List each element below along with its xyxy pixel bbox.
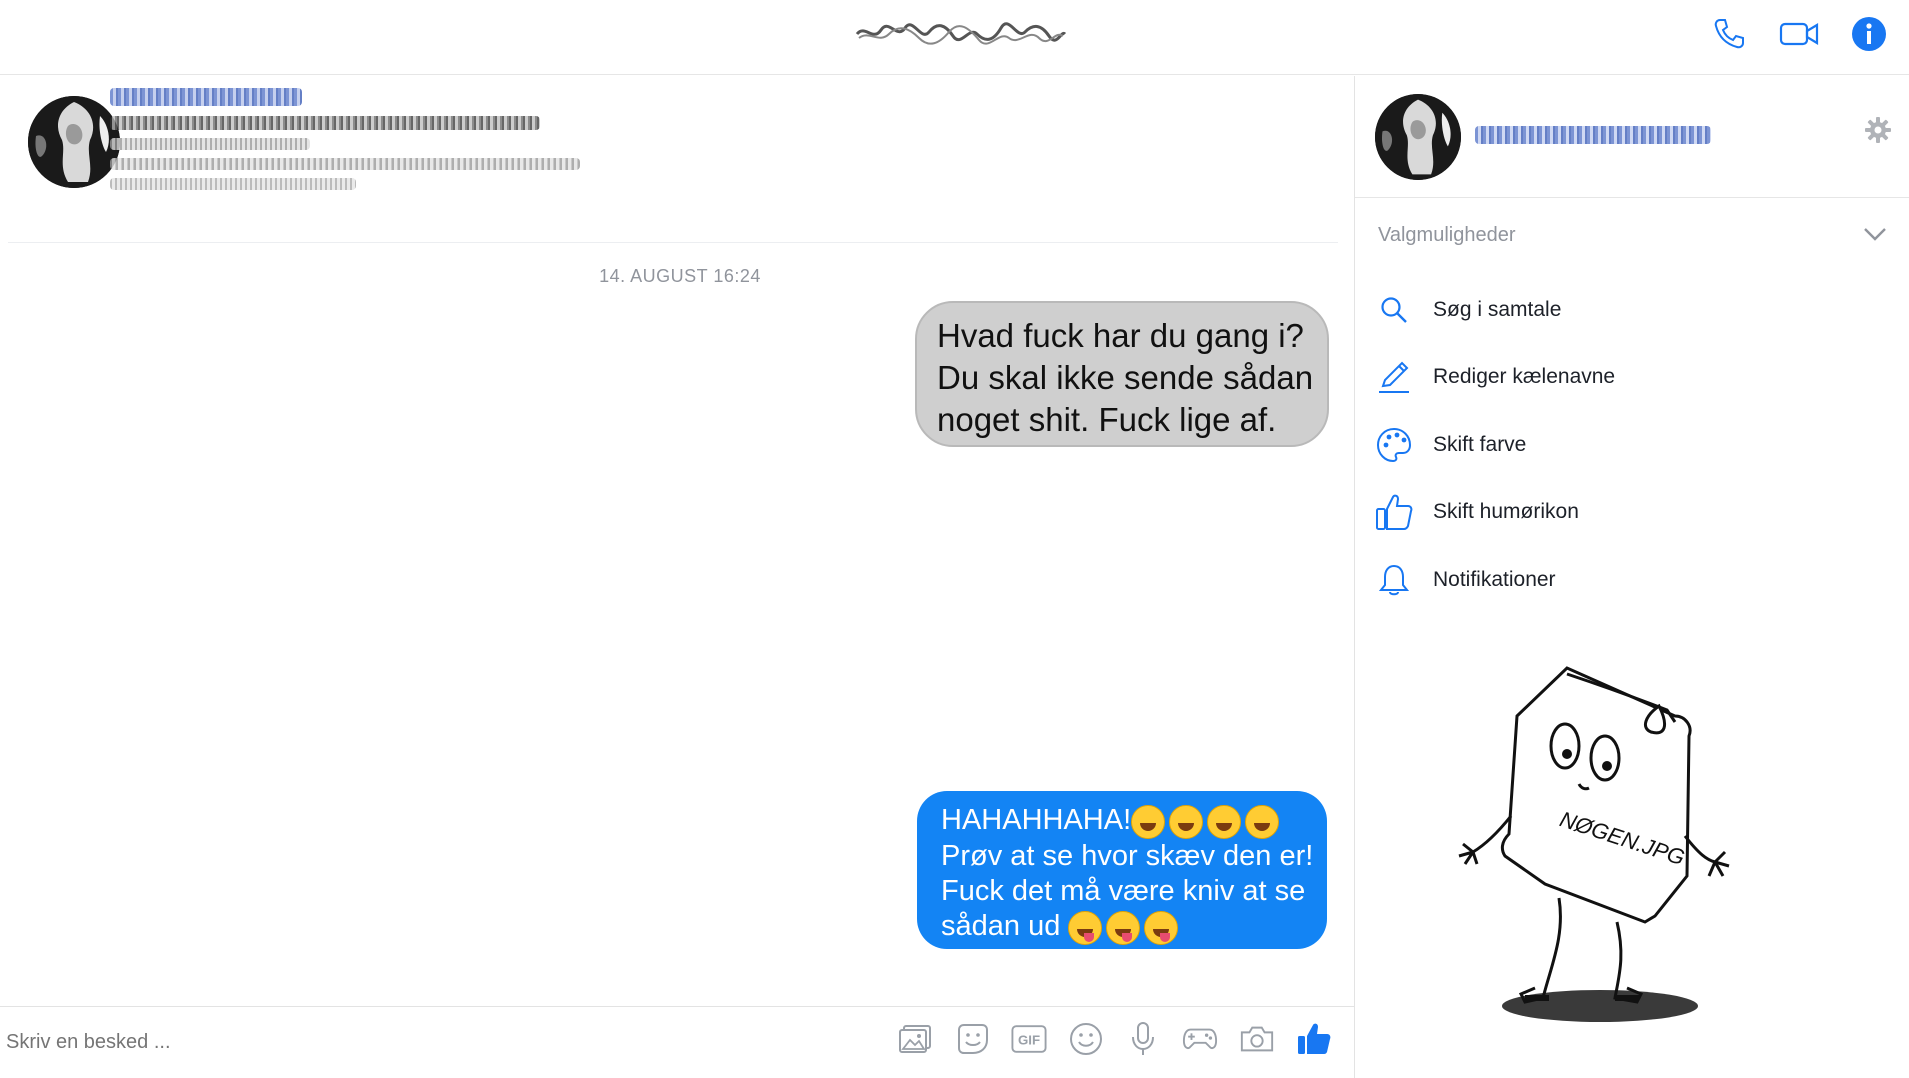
conversation-header	[0, 0, 1909, 75]
thumbs-up-icon	[1375, 493, 1413, 531]
palette-icon	[1375, 426, 1413, 464]
message-line-text: HAHAHHAHA!	[941, 804, 1132, 836]
search-icon	[1375, 291, 1413, 329]
face-with-tears-of-joy-icon	[1207, 805, 1242, 840]
microphone-icon[interactable]	[1125, 1021, 1161, 1057]
message-line: HAHAHHAHA!	[941, 803, 1309, 840]
redacted-profile-line-1	[110, 116, 540, 130]
chevron-down-icon[interactable]	[1863, 226, 1887, 242]
message-line: Prøv at se hvor skæv den er!	[941, 840, 1314, 873]
conversation-title-redacted	[855, 20, 1067, 46]
message-line: Du skal ikke sende sådan	[937, 359, 1314, 396]
menu-item-label: Skift humørikon	[1433, 500, 1579, 524]
sticker-icon[interactable]	[954, 1021, 990, 1057]
sent-message-bubble[interactable]: HAHAHHAHA! Prøv at se hvor skæv den er! …	[917, 791, 1327, 949]
phone-icon[interactable]	[1709, 14, 1749, 54]
avatar[interactable]	[1375, 94, 1461, 180]
menu-item-edit-nicknames[interactable]: Rediger kælenavne	[1375, 344, 1885, 412]
message-line: Hvad fuck har du gang i?	[937, 317, 1304, 354]
redacted-contact-name	[1475, 126, 1711, 144]
laughing-emoji-group	[1131, 804, 1283, 840]
chat-area: 14. AUGUST 16:24 Hvad fuck har du gang i…	[0, 76, 1354, 1078]
face-with-tongue-wink-icon	[1144, 911, 1179, 946]
photo-icon[interactable]	[897, 1021, 933, 1057]
gear-icon[interactable]	[1864, 116, 1892, 144]
menu-item-label: Søg i samtale	[1433, 297, 1562, 321]
wink-tongue-emoji-group	[1068, 910, 1182, 946]
naked-file-mascot-illustration: NØGEN.JPG	[1458, 666, 1730, 1022]
options-section-header[interactable]: Valgmuligheder	[1378, 224, 1516, 247]
menu-item-notifications[interactable]: Notifikationer	[1375, 546, 1885, 614]
game-controller-icon[interactable]	[1182, 1021, 1218, 1057]
options-menu: Søg i samtale Rediger kælenavne Skift fa…	[1375, 276, 1885, 614]
message-composer: GIF	[0, 1006, 1354, 1078]
camera-icon[interactable]	[1239, 1021, 1275, 1057]
face-with-tongue-wink-icon	[1106, 911, 1141, 946]
redacted-profile-line-2	[110, 138, 310, 150]
face-with-tongue-wink-icon	[1068, 911, 1103, 946]
thumbs-up-icon[interactable]	[1296, 1021, 1332, 1057]
menu-item-change-color[interactable]: Skift farve	[1375, 411, 1885, 479]
menu-item-label: Skift farve	[1433, 432, 1527, 456]
video-camera-icon[interactable]	[1779, 14, 1819, 54]
conversation-details-panel: Valgmuligheder Søg i samtale Rediger kæl…	[1354, 76, 1909, 1078]
redacted-name-scribble	[855, 22, 1067, 45]
gif-icon[interactable]: GIF	[1011, 1021, 1047, 1057]
emoji-icon[interactable]	[1068, 1021, 1104, 1057]
info-icon[interactable]	[1849, 14, 1889, 54]
menu-item-label: Notifikationer	[1433, 567, 1556, 591]
face-with-tears-of-joy-icon	[1245, 805, 1280, 840]
bell-icon	[1375, 561, 1413, 599]
redacted-profile-line-4	[110, 178, 356, 190]
face-with-tears-of-joy-icon	[1169, 805, 1204, 840]
received-message-bubble[interactable]: Hvad fuck har du gang i? Du skal ikke se…	[915, 301, 1329, 447]
conversation-profile-card	[8, 76, 1338, 243]
face-with-tears-of-joy-icon	[1131, 805, 1166, 840]
pencil-icon	[1375, 358, 1413, 396]
message-input[interactable]	[6, 1031, 686, 1054]
message-line: sådan ud	[941, 909, 1309, 946]
avatar[interactable]	[28, 96, 120, 188]
message-line: Fuck det må være kniv at se	[941, 875, 1306, 908]
message-timestamp: 14. AUGUST 16:24	[599, 266, 761, 286]
menu-item-change-emoji[interactable]: Skift humørikon	[1375, 479, 1885, 547]
gif-label: GIF	[1018, 1033, 1040, 1048]
menu-item-search-conversation[interactable]: Søg i samtale	[1375, 276, 1885, 344]
message-line-text: sådan ud	[941, 910, 1061, 943]
menu-item-label: Rediger kælenavne	[1433, 365, 1616, 389]
message-line: noget shit. Fuck lige af.	[937, 401, 1277, 438]
redacted-profile-name	[110, 88, 302, 106]
redacted-profile-line-3	[110, 158, 580, 170]
details-panel-header	[1355, 76, 1909, 198]
